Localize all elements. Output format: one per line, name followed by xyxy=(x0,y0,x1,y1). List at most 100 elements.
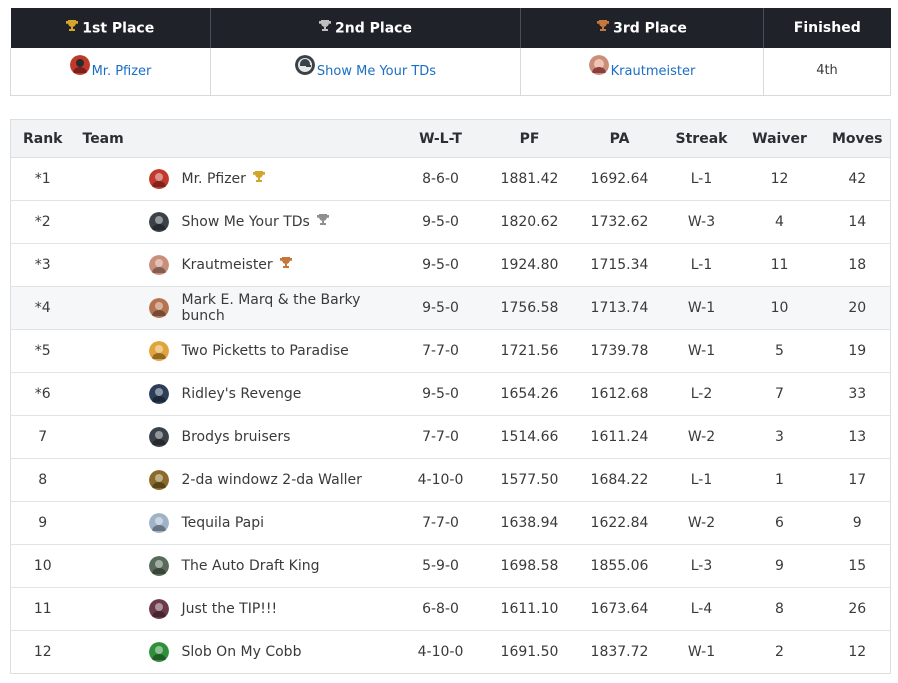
streak-cell: L-3 xyxy=(668,544,735,588)
team-avatar xyxy=(148,298,169,318)
second-place-team-link[interactable]: Show Me Your TDs xyxy=(317,64,436,79)
wlt-cell: 8-6-0 xyxy=(392,157,489,201)
pf-cell: 1638.94 xyxy=(488,501,571,545)
team-name-link[interactable]: Slob On My Cobb xyxy=(182,644,302,660)
team-column-header[interactable]: Team xyxy=(74,119,393,158)
team-name-link[interactable]: 2-da windowz 2-da Waller xyxy=(182,472,362,488)
streak-column-header[interactable]: Streak xyxy=(668,119,735,158)
pa-cell: 1715.34 xyxy=(570,243,669,287)
table-row[interactable]: *5 Two Picketts to Paradise 7-7-0 1721.56 17… xyxy=(10,329,891,373)
table-row[interactable]: *2 Show Me Your TDs 9-5-0 1820.62 1732.62 W-3… xyxy=(10,200,891,244)
pa-cell: 1673.64 xyxy=(570,587,669,631)
waiver-column-header[interactable]: Waiver xyxy=(734,119,825,158)
wlt-cell: 9-5-0 xyxy=(392,243,489,287)
wlt-cell: 7-7-0 xyxy=(392,415,489,459)
streak-cell: W-2 xyxy=(668,415,735,459)
team-cell: Slob On My Cobb xyxy=(74,630,393,674)
wlt-cell: 7-7-0 xyxy=(392,329,489,373)
team-name-link[interactable]: Show Me Your TDs xyxy=(182,214,310,230)
table-row[interactable]: *1 Mr. Pfizer 8-6-0 1881.42 1692.64 L-1 12 42 xyxy=(10,157,891,201)
team-avatar xyxy=(148,255,169,275)
streak-cell: L-2 xyxy=(668,372,735,416)
moves-cell: 9 xyxy=(824,501,891,545)
team-avatar xyxy=(148,470,169,490)
moves-cell: 13 xyxy=(824,415,891,459)
pf-cell: 1698.58 xyxy=(488,544,571,588)
table-row[interactable]: *6 Ridley's Revenge 9-5-0 1654.26 1612.68 L-2… xyxy=(10,372,891,416)
streak-cell: L-4 xyxy=(668,587,735,631)
team-name-link[interactable]: Mr. Pfizer xyxy=(182,171,246,187)
waiver-cell: 12 xyxy=(734,157,825,201)
bronze-trophy-icon xyxy=(279,256,292,273)
table-row[interactable]: *4 Mark E. Marq & the Barky bunch 9-5-0 175… xyxy=(10,286,891,330)
wlt-column-header[interactable]: W-L-T xyxy=(392,119,489,158)
moves-cell: 42 xyxy=(824,157,891,201)
pa-cell: 1837.72 xyxy=(570,630,669,674)
third-place-team-link[interactable]: Krautmeister xyxy=(611,64,696,79)
pa-cell: 1732.62 xyxy=(570,200,669,244)
rank-cell: *1 xyxy=(10,157,75,201)
waiver-cell: 10 xyxy=(734,286,825,330)
moves-cell: 14 xyxy=(824,200,891,244)
team-name-link[interactable]: Just the TIP!!! xyxy=(182,601,278,617)
waiver-cell: 6 xyxy=(734,501,825,545)
team-name-link[interactable]: The Auto Draft King xyxy=(182,558,320,574)
table-row[interactable]: *3 Krautmeister 9-5-0 1924.80 1715.34 L-1 11 18 xyxy=(10,243,891,287)
team-avatar xyxy=(148,427,169,447)
rank-cell: 12 xyxy=(10,630,75,674)
table-row[interactable]: 11 Just the TIP!!! 6-8-0 1611.10 1673.64 L-4 8… xyxy=(10,587,891,631)
first-place-cell: Mr. Pfizer xyxy=(10,48,211,96)
team-name-link[interactable]: Krautmeister xyxy=(182,257,273,273)
team-avatar xyxy=(148,513,169,533)
table-row[interactable]: 7 Brodys bruisers 7-7-0 1514.66 1611.24 W-2 3 1… xyxy=(10,415,891,459)
pa-cell: 1684.22 xyxy=(570,458,669,502)
team-name-link[interactable]: Two Picketts to Paradise xyxy=(182,343,349,359)
pf-cell: 1577.50 xyxy=(488,458,571,502)
pf-cell: 1924.80 xyxy=(488,243,571,287)
waiver-cell: 3 xyxy=(734,415,825,459)
third-place-header: 3rd Place xyxy=(520,8,764,48)
waiver-cell: 1 xyxy=(734,458,825,502)
table-row[interactable]: 8 2-da windowz 2-da Waller 4-10-0 1577.50 16… xyxy=(10,458,891,502)
waiver-cell: 2 xyxy=(734,630,825,674)
waiver-cell: 7 xyxy=(734,372,825,416)
table-row[interactable]: 12 Slob On My Cobb 4-10-0 1691.50 1837.72 W-1… xyxy=(10,630,891,674)
waiver-cell: 9 xyxy=(734,544,825,588)
pf-column-header[interactable]: PF xyxy=(488,119,571,158)
first-place-team-link[interactable]: Mr. Pfizer xyxy=(92,64,152,79)
waiver-cell: 8 xyxy=(734,587,825,631)
rank-cell: *2 xyxy=(10,200,75,244)
third-place-cell: Krautmeister xyxy=(520,48,764,96)
wlt-cell: 4-10-0 xyxy=(392,458,489,502)
team-cell: 2-da windowz 2-da Waller xyxy=(74,458,393,502)
table-row[interactable]: 10 The Auto Draft King 5-9-0 1698.58 1855.06… xyxy=(10,544,891,588)
moves-column-header[interactable]: Moves xyxy=(824,119,891,158)
team-name-link[interactable]: Tequila Papi xyxy=(182,515,265,531)
second-place-cell: Show Me Your TDs xyxy=(210,48,521,96)
pf-cell: 1721.56 xyxy=(488,329,571,373)
standings-table: Rank Team W-L-T PF PA Streak Waiver Move… xyxy=(10,119,891,674)
rank-cell: *3 xyxy=(10,243,75,287)
pa-cell: 1622.84 xyxy=(570,501,669,545)
team-avatar xyxy=(148,642,169,662)
pa-cell: 1612.68 xyxy=(570,372,669,416)
streak-cell: W-1 xyxy=(668,630,735,674)
team-name-link[interactable]: Brodys bruisers xyxy=(182,429,291,445)
moves-cell: 12 xyxy=(824,630,891,674)
rank-column-header[interactable]: Rank xyxy=(10,119,75,158)
rank-cell: *5 xyxy=(10,329,75,373)
team-avatar xyxy=(148,341,169,361)
first-place-header: 1st Place xyxy=(10,8,211,48)
team-name-link[interactable]: Ridley's Revenge xyxy=(182,386,302,402)
gold-trophy-icon xyxy=(252,170,265,187)
table-row[interactable]: 9 Tequila Papi 7-7-0 1638.94 1622.84 W-2 6 9 xyxy=(10,501,891,545)
moves-cell: 26 xyxy=(824,587,891,631)
team-avatar xyxy=(148,212,169,232)
pf-cell: 1820.62 xyxy=(488,200,571,244)
team-cell: Two Picketts to Paradise xyxy=(74,329,393,373)
team-name-link[interactable]: Mark E. Marq & the Barky bunch xyxy=(182,292,393,324)
podium-table: 1st Place 2nd Place 3rd Place Finished M… xyxy=(10,8,891,96)
team-avatar xyxy=(294,55,315,76)
pa-column-header[interactable]: PA xyxy=(570,119,669,158)
team-cell: Krautmeister xyxy=(74,243,393,287)
